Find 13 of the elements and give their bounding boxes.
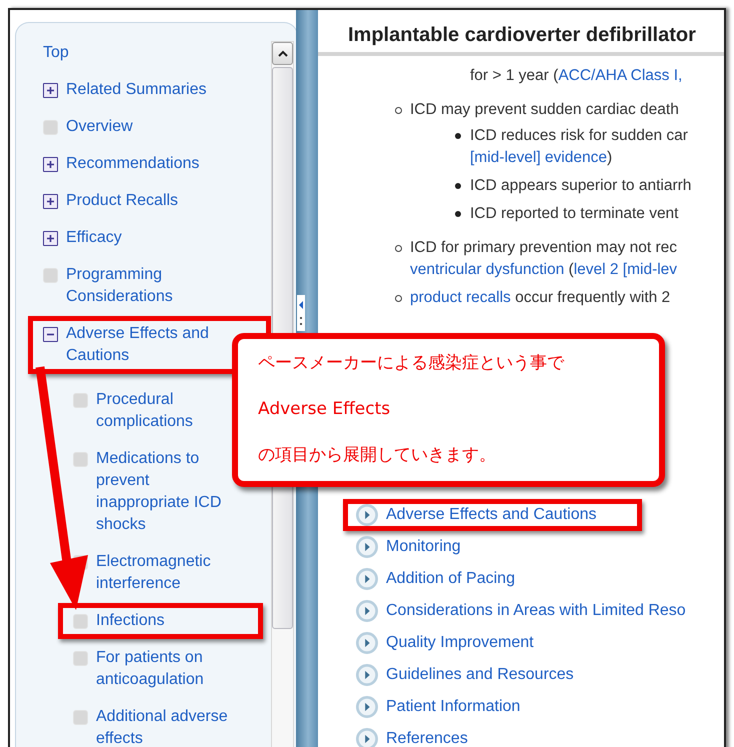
- body-text: product recalls occur frequently with 2: [410, 288, 672, 308]
- body-text: ICD reduces risk for sudden car: [470, 126, 689, 146]
- page-title: Implantable cardioverter defibrillator: [348, 24, 697, 47]
- body-text: ICD may prevent sudden cardiac death: [410, 100, 680, 120]
- body-text: ventricular dysfunction (level 2 [mid-lev: [410, 260, 678, 280]
- body-text: ICD for primary prevention may not rec: [410, 238, 678, 258]
- callout-text: Adverse Effects: [258, 398, 392, 421]
- callout-text: ペースメーカーによる感染症という事で: [258, 352, 566, 375]
- body-text: [mid-level] evidence): [470, 148, 614, 168]
- body-text: ICD reported to terminate vent: [470, 204, 680, 224]
- body-text: for > 1 year (ACC/AHA Class I,: [470, 66, 684, 86]
- callout-text: の項目から展開していきます。: [258, 444, 497, 467]
- body-text: ICD appears superior to antiarrh: [470, 176, 692, 196]
